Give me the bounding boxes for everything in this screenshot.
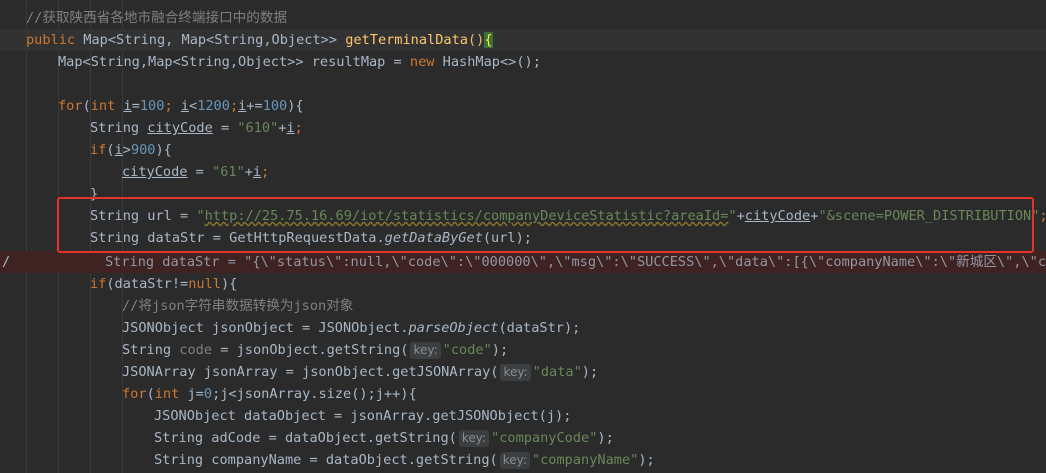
code-line-12[interactable]: String dataStr = "{\"status\":null,\"cod… [0,251,1046,273]
semicolon: ; [294,120,303,136]
parameter-hint: key: [458,430,490,447]
keyword-new: new [409,54,435,70]
static-method: parseObject [408,320,499,336]
parameter-hint: key: [500,364,531,381]
semicolon: ; [229,98,239,114]
open-paren: ( [467,32,477,48]
string-literal: "610" [237,120,279,136]
method-call: = jsonObject.getString( [212,342,409,358]
declaration: JSONObject jsonObject = JSONObject. [122,320,409,336]
declaration: JSONObject dataObject = jsonArray.getJSO… [154,408,572,424]
declaration: Map<String,Map<String,Object>> resultMap… [58,54,410,70]
code-editor[interactable]: //获取陕西省各地市融合终端接口中的数据 public Map<String, … [0,0,1046,473]
keyword-for: for [122,386,147,402]
parameter-hint: key: [410,342,441,359]
return-type: Map<String, Map<String,Object>> [83,32,346,48]
loop-var: j= [179,386,204,402]
string-literal: "companyName" [531,452,639,468]
keyword-int: int [154,386,180,402]
variable-i: i [180,98,189,114]
operator: += [246,98,263,114]
semicolon: ; [1039,208,1046,224]
code-line-16[interactable]: String code = jsonObject.getString(key: "… [0,339,1046,361]
paren-semicolon: ); [597,430,614,446]
code-line-2[interactable]: public Map<String, Map<String,Object>> g… [0,29,1046,51]
variable-i: i [123,98,132,114]
comment: //获取陕西省各地市融合终端接口中的数据 [26,10,288,26]
operator: = [212,120,238,136]
keyword-null: null [188,276,221,292]
paren-brace: ){ [220,276,238,292]
keyword-if: if [90,142,107,158]
operator: = [131,98,140,114]
code-line-19[interactable]: JSONObject dataObject = jsonArray.getJSO… [0,405,1046,427]
type: String [90,120,148,136]
type: String [122,342,180,358]
string-literal: "data" [532,364,582,380]
method-name: getTerminalData [345,32,468,48]
code-line-17[interactable]: JSONArray jsonArray = jsonObject.getJSON… [0,361,1046,383]
string-literal: "61" [212,164,245,180]
semicolon: ; [164,98,181,114]
variable-citycode: cityCode [122,164,188,180]
paren: ( [106,142,115,158]
constructor-call: HashMap<>(); [434,54,541,70]
code-line-1[interactable]: //获取陕西省各地市融合终端接口中的数据 [0,7,1046,29]
commented-code: String dataStr = "{\"status\":null,\"cod… [105,254,1046,270]
line-marker: / [2,254,11,270]
number: 100 [139,98,165,114]
keyword-if: if [90,276,107,292]
code-line-20[interactable]: String adCode = dataObject.getString(key… [0,427,1046,449]
loop-condition: ;j<jsonArray.size();j++){ [212,386,417,402]
code-line-3[interactable]: Map<String,Map<String,Object>> resultMap… [0,51,1046,73]
paren: ( [82,98,91,114]
operator: < [189,98,198,114]
parameter-hint: key: [499,452,530,469]
paren-brace: ){ [155,142,172,158]
operator: > [122,142,131,158]
code-line-18[interactable]: for(int j=0;j<jsonArray.size();j++){ [0,383,1046,405]
code-line-5[interactable]: for(int i=100; i<1200;i+=100){ [0,95,1046,117]
paren: ( [146,386,155,402]
string-literal: "code" [442,342,492,358]
operator: + [244,164,253,180]
code-line-21[interactable]: String companyName = dataObject.getStrin… [0,449,1046,471]
matched-brace: { [484,32,493,48]
string-literal: "companyCode" [491,430,598,446]
semicolon: ; [261,164,270,180]
paren-semicolon: ); [491,342,509,358]
variable-i: i [114,142,123,158]
declaration: JSONArray jsonArray = jsonObject.getJSON… [122,364,499,380]
paren-brace: ){ [287,98,304,114]
code-line-15[interactable]: JSONObject jsonObject = JSONObject.parse… [0,317,1046,339]
paren-semicolon: ); [581,364,599,380]
code-line-7[interactable]: if(i>900){ [0,139,1046,161]
variable-i: i [286,120,295,136]
condition: (dataStr!= [106,276,189,292]
number: 100 [262,98,288,114]
operator: = [187,164,213,180]
comment: //将json字符串数据转换为json对象 [122,298,354,314]
variable-i: i [252,164,262,180]
variable-citycode: cityCode [147,120,213,136]
red-highlight-box [57,197,1034,253]
unused-variable: code [179,342,213,358]
code-line-6[interactable]: String cityCode = "610"+i; [0,117,1046,139]
declaration: String adCode = dataObject.getString( [154,430,457,446]
paren-semicolon: ); [638,452,655,468]
code-line-13[interactable]: if(dataStr!=null){ [0,273,1046,295]
keyword-for: for [58,98,83,114]
number: 0 [203,386,213,402]
keyword-public: public [26,32,76,48]
arguments: (dataStr); [498,320,581,336]
keyword-int: int [90,98,116,114]
declaration: String companyName = dataObject.getStrin… [154,452,498,468]
code-line-8[interactable]: cityCode = "61"+i; [0,161,1046,183]
code-line-14[interactable]: //将json字符串数据转换为json对象 [0,295,1046,317]
number: 1200 [197,98,230,114]
number: 900 [130,142,156,158]
